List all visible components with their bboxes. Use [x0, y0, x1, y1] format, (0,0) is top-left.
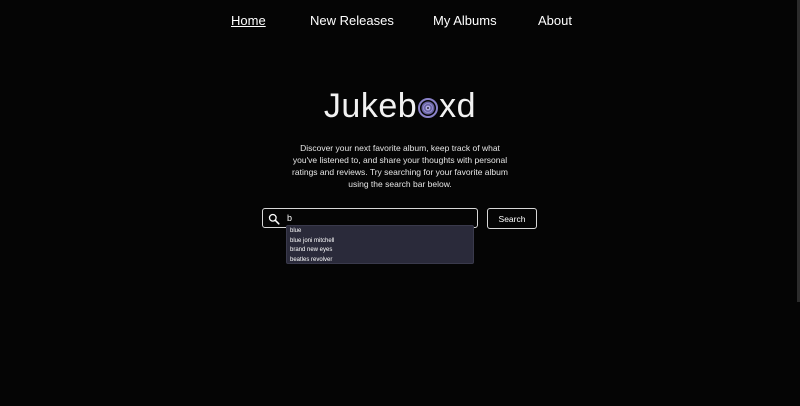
suggestion-item[interactable]: beatles revolver — [287, 256, 473, 266]
page: Home New Releases My Albums About Jukeb … — [0, 0, 800, 406]
search-button[interactable]: Search — [487, 208, 537, 229]
suggestion-item[interactable]: blue — [287, 227, 473, 237]
search-icon — [268, 212, 280, 225]
nav-my-albums[interactable]: My Albums — [433, 12, 497, 30]
logo: Jukeb xd — [0, 84, 800, 128]
suggestion-item[interactable]: brand new eyes — [287, 246, 473, 256]
search-input[interactable] — [287, 211, 472, 225]
logo-prefix: Jukeb — [323, 87, 418, 125]
nav-new-releases[interactable]: New Releases — [310, 12, 394, 30]
intro-description: Discover your next favorite album, keep … — [292, 142, 508, 189]
top-nav: Home New Releases My Albums About — [0, 12, 800, 32]
nav-about[interactable]: About — [538, 12, 572, 30]
suggestion-item[interactable]: blue joni mitchell — [287, 237, 473, 247]
logo-suffix: xd — [439, 87, 477, 125]
vinyl-disc-icon — [418, 85, 439, 118]
suggestions-dropdown: blue blue joni mitchell brand new eyes b… — [286, 225, 474, 264]
nav-home[interactable]: Home — [231, 12, 266, 30]
